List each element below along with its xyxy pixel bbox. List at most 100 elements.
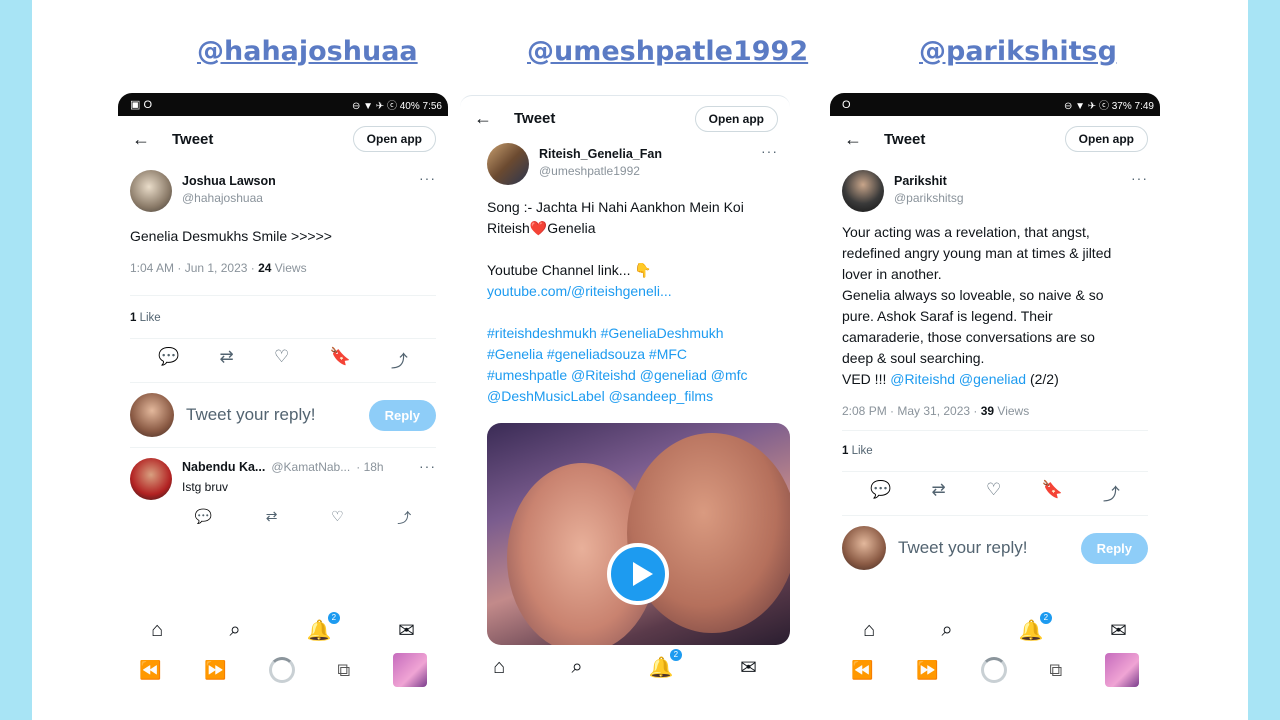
tweet-author: Parikshit @parikshitsg ··· [830,162,1160,212]
reply-input[interactable]: Tweet your reply! [186,405,369,425]
more-options-icon[interactable]: ··· [419,170,436,186]
avatar[interactable] [487,143,529,185]
home-icon[interactable]: ⌂ [151,619,163,642]
home-icon[interactable]: ⌂ [863,619,875,642]
avatar[interactable] [130,170,172,212]
mail-icon[interactable]: ✉ [398,618,415,643]
tweet-line-2: redefined angry young man at times & jil… [842,245,1112,261]
search-icon[interactable]: ⌕ [941,619,952,642]
thread-count: (2/2) [1026,371,1059,387]
tweet-header: ← Tweet Open app [830,116,1160,162]
browser-back-icon[interactable]: ⏪ [851,660,873,681]
tweet-actions: 💬 ⇄ ♡ 🔖 ⤴ [118,347,448,372]
tabs-icon[interactable]: ⧉ [337,660,350,681]
hashtags-line-4[interactable]: @DeshMusicLabel @sandeep_films [487,386,778,407]
home-icon[interactable]: ⌂ [493,656,505,679]
likes-label: Like [848,445,873,457]
author-handle[interactable]: @parikshitsg [894,191,1131,205]
divider [842,471,1148,472]
hashtags-line-2[interactable]: #Genelia #geneliadsouza #MFC [487,344,778,365]
browser-back-icon[interactable]: ⏪ [139,660,161,681]
hashtags-line-3[interactable]: #umeshpatle @Riteishd @geneliad @mfc [487,365,778,386]
like-icon[interactable]: ♡ [331,508,344,528]
avatar [842,526,886,570]
tabs-icon[interactable]: ⧉ [1049,660,1062,681]
comment-author-handle[interactable]: @KamatNab... [271,460,350,474]
avatar[interactable] [130,458,172,500]
reply-icon[interactable]: 💬 [195,508,212,528]
back-arrow-icon[interactable]: ← [844,129,870,150]
tweet-actions: 💬 ⇄ ♡ 🔖 ⤴ [830,480,1160,505]
open-app-button[interactable]: Open app [352,126,436,152]
names-line: Riteish❤️Genelia [487,218,778,239]
bookmark-icon[interactable]: 🔖 [329,347,350,372]
tweet-author: Joshua Lawson @hahajoshuaa ··· [118,162,448,212]
reply-button[interactable]: Reply [1080,532,1148,564]
more-options-icon[interactable]: ··· [419,458,436,474]
mail-icon[interactable]: ✉ [740,655,757,680]
play-button-icon[interactable] [607,543,669,605]
reply-icon[interactable]: 💬 [158,347,179,372]
likes-count[interactable]: 1 Like [118,312,448,324]
notifications-icon[interactable]: 🔔 2 [648,649,682,680]
open-app-button[interactable]: Open app [694,105,778,132]
retweet-icon[interactable]: ⇄ [266,508,278,528]
tweet-author: Riteish_Genelia_Fan @umeshpatle1992 ··· [460,141,790,185]
mentions-link[interactable]: @Riteishd @geneliad [890,371,1026,387]
reply-icon[interactable]: 💬 [870,480,891,505]
share-icon[interactable]: ⤴ [397,508,411,528]
more-options-icon[interactable]: ··· [1131,170,1148,186]
mail-icon[interactable]: ✉ [1110,618,1127,643]
notification-badge: 2 [669,649,682,661]
thumbnail-icon[interactable] [1104,653,1139,687]
retweet-icon[interactable]: ⇄ [932,480,946,505]
retweet-icon[interactable]: ⇄ [220,347,234,372]
bell-icon: 🔔 [1018,620,1044,642]
back-arrow-icon[interactable]: ← [132,129,158,150]
thumbnail-icon[interactable] [392,653,427,687]
youtube-link[interactable]: youtube.com/@riteishgeneli... [487,281,778,302]
browser-forward-icon[interactable]: ⏩ [204,660,226,681]
reply-input[interactable]: Tweet your reply! [898,538,1081,558]
browser-forward-icon[interactable]: ⏩ [916,660,938,681]
loading-spinner-icon [268,657,295,683]
notification-badge: 2 [327,612,340,624]
author-name[interactable]: Joshua Lawson [182,174,419,188]
search-icon[interactable]: ⌕ [229,619,240,642]
notifications-icon[interactable]: 🔔 2 [1018,612,1052,643]
comment-author-name[interactable]: Nabendu Ka... [182,460,265,474]
more-options-icon[interactable]: ··· [761,143,778,159]
like-icon[interactable]: ♡ [274,347,289,372]
likes-count[interactable]: 1 Like [830,445,1160,457]
search-icon[interactable]: ⌕ [571,656,582,679]
panel-1-handle[interactable]: @hahajoshuaa [197,36,418,67]
author-handle[interactable]: @umeshpatle1992 [539,164,761,178]
author-name[interactable]: Riteish_Genelia_Fan [539,147,761,161]
avatar[interactable] [842,170,884,212]
reply-button[interactable]: Reply [368,399,436,431]
bell-icon: 🔔 [648,657,674,679]
comment-time: · 18h [356,460,384,474]
comment[interactable]: Nabendu Ka... @KamatNab... · 18h Istg br… [118,448,448,500]
bookmark-icon[interactable]: 🔖 [1041,480,1062,505]
notifications-icon[interactable]: 🔔 2 [307,612,340,643]
share-icon[interactable]: ⤴ [1103,480,1120,505]
back-arrow-icon[interactable]: ← [474,108,500,129]
avatar [130,393,174,437]
panel-2-phone: ← Tweet Open app Riteish_Genelia_Fan @um… [460,93,790,693]
like-icon[interactable]: ♡ [986,480,1001,505]
share-icon[interactable]: ⤴ [391,347,408,372]
panel-2-handle[interactable]: @umeshpatle1992 [527,36,808,67]
views-count: 24 [258,261,272,275]
status-bar: O ⊖ ▼ ✈ ⓒ 37% 7:49 [830,93,1160,116]
author-handle[interactable]: @hahajoshuaa [182,191,419,205]
channel-line: Youtube Channel link... 👇 [487,262,652,278]
author-name[interactable]: Parikshit [894,174,1131,188]
status-left: O [842,98,851,111]
divider [130,382,436,383]
panel-3-phone: O ⊖ ▼ ✈ ⓒ 37% 7:49 ← Tweet Open app Pari… [830,93,1160,713]
video-thumbnail[interactable] [487,423,790,645]
panel-3-handle[interactable]: @parikshitsg [919,36,1117,67]
open-app-button[interactable]: Open app [1064,126,1148,152]
hashtags-line-1[interactable]: #riteishdeshmukh #GeneliaDeshmukh [487,323,778,344]
